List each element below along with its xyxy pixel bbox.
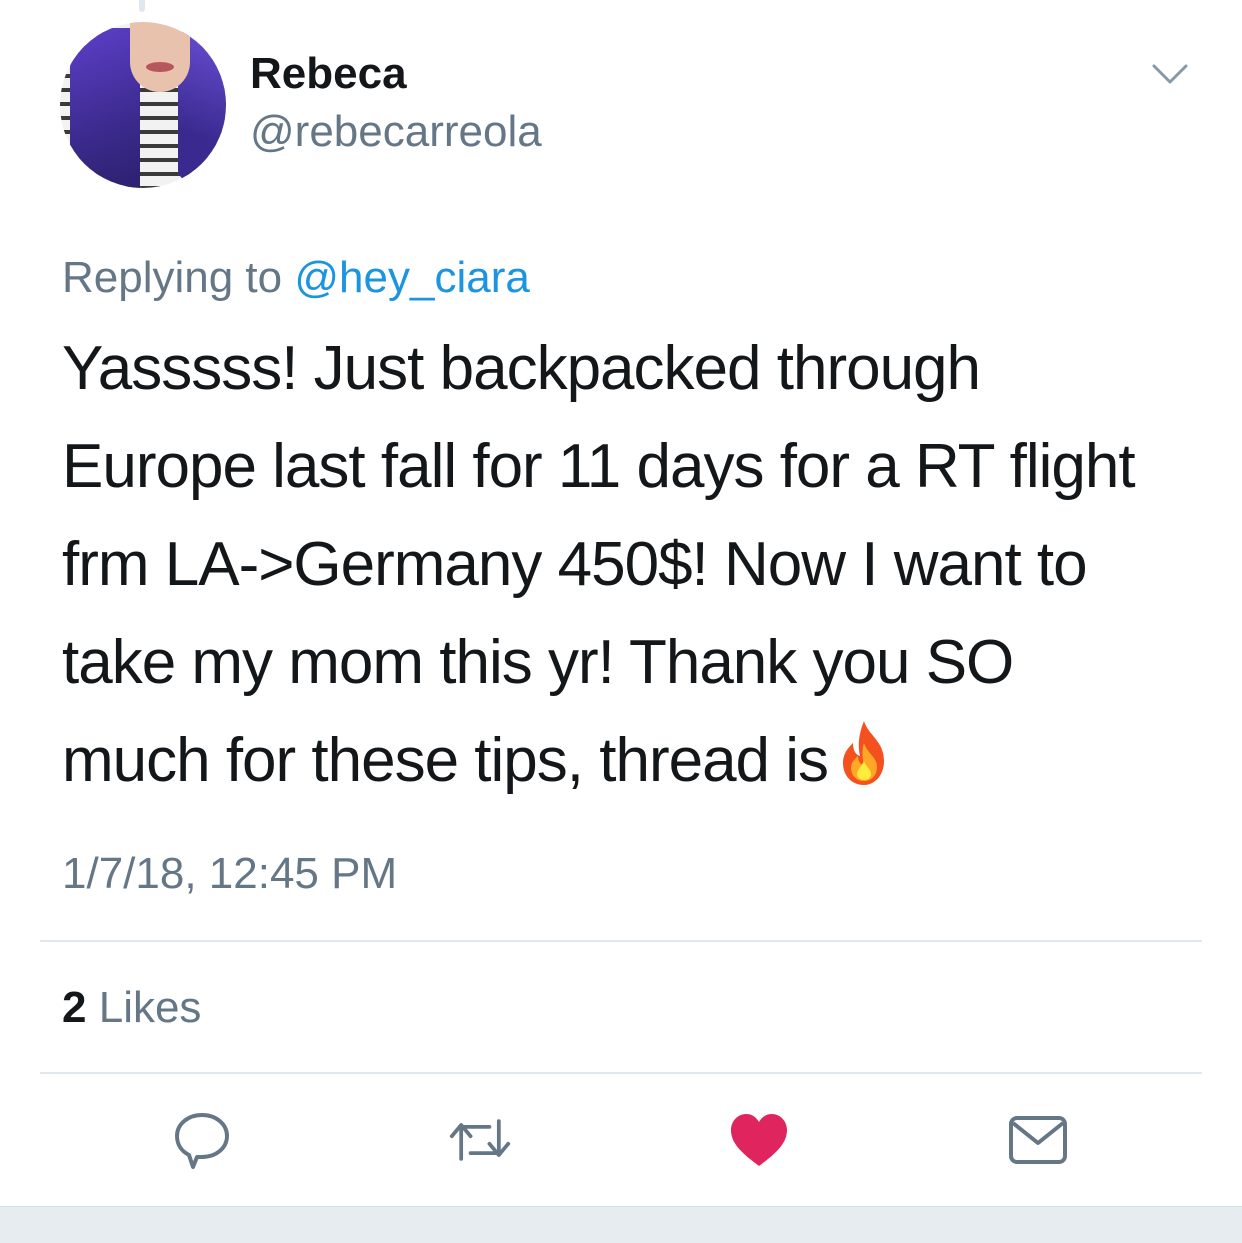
likes-count: 2 <box>62 983 87 1032</box>
tweet-line: much for these tips, thread is <box>62 726 829 795</box>
tweet-line-last: much for these tips, thread is <box>62 712 1202 810</box>
pull-indicator <box>139 0 145 12</box>
tweet-line: frm LA->Germany 450$! Now I want to <box>62 530 1088 599</box>
direct-message-icon <box>1009 1116 1067 1164</box>
tweet-line: Europe last fall for 11 days for a RT fl… <box>62 432 1136 501</box>
likes-stat[interactable]: 2 Likes <box>62 982 201 1034</box>
reply-prefix: Replying to <box>62 253 283 302</box>
chevron-down-icon[interactable] <box>1150 58 1190 88</box>
like-icon <box>731 1114 787 1166</box>
reply-icon <box>175 1113 229 1169</box>
like-button[interactable] <box>727 1108 791 1172</box>
divider <box>40 940 1202 942</box>
tweet-line: take my mom this yr! Thank you SO <box>62 628 1014 697</box>
direct-message-button[interactable] <box>1006 1108 1070 1172</box>
author-handle[interactable]: @rebecarreola <box>250 106 542 158</box>
reply-context: Replying to @hey_ciara <box>62 252 530 304</box>
author-name[interactable]: Rebeca <box>250 48 407 100</box>
tweet-timestamp: 1/7/18, 12:45 PM <box>62 849 398 898</box>
likes-label: Likes <box>98 983 202 1032</box>
bottom-separator <box>0 1206 1242 1243</box>
avatar-lips <box>146 62 174 72</box>
tweet-text: Yasssss! Just backpacked through Europe … <box>62 320 1202 810</box>
divider <box>40 1072 1202 1074</box>
reply-mention-link[interactable]: @hey_ciara <box>294 253 529 302</box>
avatar-face <box>130 22 190 92</box>
tweet-line: Yasssss! Just backpacked through <box>62 334 981 403</box>
reply-button[interactable] <box>170 1108 234 1172</box>
retweet-button[interactable] <box>448 1108 512 1172</box>
avatar[interactable] <box>60 22 226 188</box>
retweet-icon <box>449 1119 511 1161</box>
fire-emoji <box>843 721 885 785</box>
